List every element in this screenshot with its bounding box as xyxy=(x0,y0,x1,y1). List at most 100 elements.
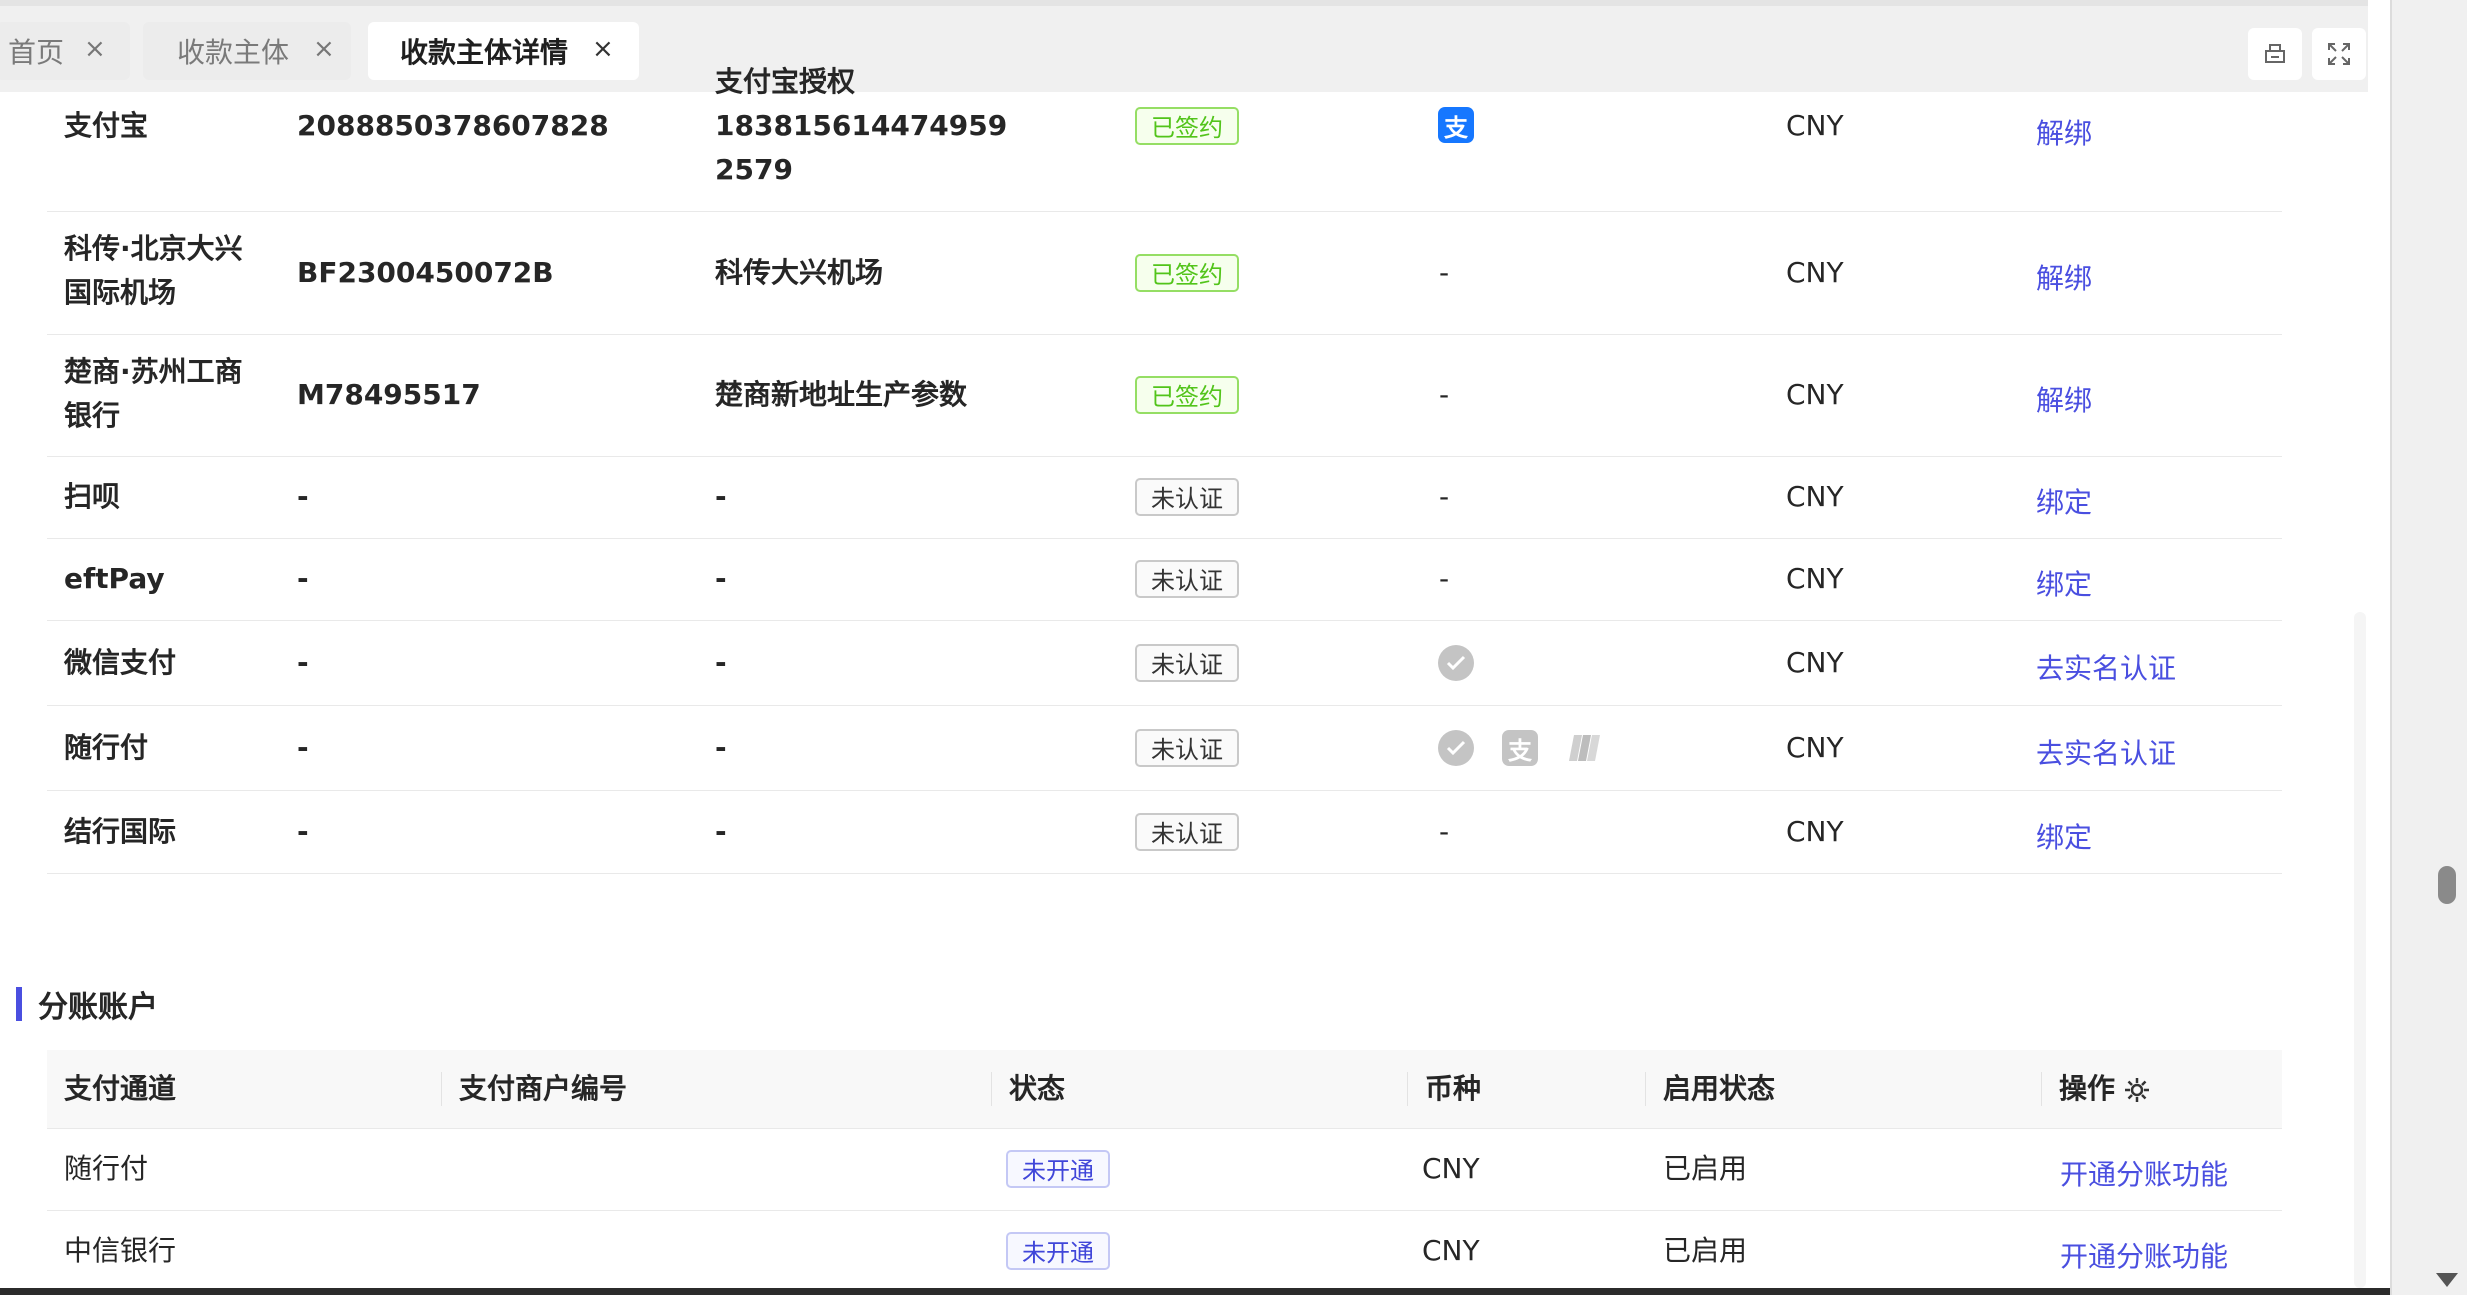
merchant-name: - xyxy=(715,562,727,595)
alipay-icon: 支 xyxy=(1438,107,1474,143)
content-scrollbar[interactable] xyxy=(2354,612,2366,1288)
pay-methods: - xyxy=(1439,562,1450,595)
tab-label: 收款主体详情 xyxy=(400,36,569,69)
close-icon[interactable]: × xyxy=(313,35,335,63)
currency: CNY xyxy=(1786,562,1844,595)
merchant-name: 科传大兴机场 xyxy=(715,256,884,289)
column-header: 启用状态 xyxy=(1663,1072,1776,1105)
column-divider xyxy=(441,1072,442,1106)
unionpay-icon xyxy=(1566,730,1602,766)
currency: CNY xyxy=(1786,378,1844,411)
scroll-down-arrow-icon[interactable] xyxy=(2436,1273,2458,1287)
close-icon[interactable]: × xyxy=(592,35,614,63)
currency: CNY xyxy=(1786,109,1844,142)
channel-name-line: 楚商·苏州工商 xyxy=(64,355,243,388)
channel-name: eftPay xyxy=(64,562,165,595)
pay-methods: - xyxy=(1439,378,1450,411)
pay-methods: - xyxy=(1439,256,1450,289)
tab-bar: 首页 × 收款主体 × 收款主体详情 × xyxy=(0,0,2368,92)
pay-methods: - xyxy=(1439,480,1450,513)
merchant-name-line: 2579 xyxy=(715,153,793,186)
currency: CNY xyxy=(1422,1234,1480,1267)
tab-payee-detail[interactable]: 收款主体详情 × xyxy=(368,22,639,80)
unbind-link[interactable]: 解绑 xyxy=(2036,257,2092,297)
currency: CNY xyxy=(1786,256,1844,289)
currency: CNY xyxy=(1786,731,1844,764)
merchant-name: - xyxy=(715,731,727,764)
print-icon xyxy=(2265,44,2285,63)
column-header: 支付通道 xyxy=(64,1072,177,1105)
window-scrollbar[interactable] xyxy=(2390,0,2467,1295)
pay-methods: - xyxy=(1439,815,1450,848)
table-row: 扫呗 - - 未认证 - CNY 绑定 xyxy=(47,457,2282,539)
fullscreen-icon xyxy=(2328,43,2350,65)
unbind-link[interactable]: 解绑 xyxy=(2036,379,2092,419)
table-row: 随行付 未开通 CNY 已启用 开通分账功能 xyxy=(47,1129,2282,1211)
currency: CNY xyxy=(1422,1152,1480,1185)
verify-link[interactable]: 去实名认证 xyxy=(2036,647,2176,687)
status-badge: 未认证 xyxy=(1135,813,1239,851)
currency: CNY xyxy=(1786,646,1844,679)
bind-link[interactable]: 绑定 xyxy=(2036,481,2092,521)
merchant-no: - xyxy=(297,646,309,679)
column-divider xyxy=(1407,1072,1408,1106)
print-button[interactable] xyxy=(2248,28,2302,80)
channel-name: 微信支付 xyxy=(64,646,177,679)
window-bottom-edge xyxy=(0,1288,2390,1295)
section-title-text: 分账账户 xyxy=(38,990,158,1025)
merchant-name: - xyxy=(715,480,727,513)
status-badge: 已签约 xyxy=(1135,107,1239,145)
wechat-icon xyxy=(1438,645,1474,681)
merchant-name: - xyxy=(715,646,727,679)
channel-name-line: 国际机场 xyxy=(64,276,177,309)
tab-payee[interactable]: 收款主体 × xyxy=(143,22,351,80)
channel-name: 随行付 xyxy=(64,1152,149,1185)
enable-split-link[interactable]: 开通分账功能 xyxy=(2060,1153,2228,1193)
merchant-no: - xyxy=(297,480,309,513)
channel-name: 中信银行 xyxy=(64,1234,177,1267)
table-row: 楚商·苏州工商 银行 M78495517 楚商新地址生产参数 已签约 - CNY… xyxy=(47,335,2282,457)
column-header: 币种 xyxy=(1425,1072,1482,1105)
merchant-no: M78495517 xyxy=(297,378,481,411)
status-badge: 未认证 xyxy=(1135,478,1239,516)
column-header: 操作 xyxy=(2059,1072,2116,1105)
status-badge: 未认证 xyxy=(1135,560,1239,598)
status-badge: 未认证 xyxy=(1135,729,1239,767)
wechat-icon xyxy=(1438,730,1474,766)
enabled-status: 已启用 xyxy=(1663,1152,1748,1185)
merchant-name: 楚商新地址生产参数 xyxy=(715,378,968,411)
table-row: 结行国际 - - 未认证 - CNY 绑定 xyxy=(47,791,2282,874)
enable-split-link[interactable]: 开通分账功能 xyxy=(2060,1235,2228,1275)
merchant-no: 2088850378607828 xyxy=(297,109,609,142)
channel-name-line: 银行 xyxy=(64,399,121,432)
column-divider xyxy=(991,1072,992,1106)
column-header: 状态 xyxy=(1009,1072,1066,1105)
merchant-no: - xyxy=(297,562,309,595)
channel-name: 支付宝 xyxy=(64,109,149,142)
split-table-header: 支付通道 支付商户编号 状态 币种 启用状态 操作 xyxy=(47,1050,2282,1129)
currency: CNY xyxy=(1786,815,1844,848)
channel-name-line: 科传·北京大兴 xyxy=(64,232,243,265)
table-row: 微信支付 - - 未认证 CNY 去实名认证 xyxy=(47,621,2282,706)
merchant-no: - xyxy=(297,815,309,848)
bind-link[interactable]: 绑定 xyxy=(2036,816,2092,856)
scrollbar-thumb[interactable] xyxy=(2438,866,2456,904)
section-title: 分账账户 xyxy=(16,982,158,1026)
merchant-name-line: 183815614474959 xyxy=(715,109,1008,142)
status-badge: 已签约 xyxy=(1135,376,1239,414)
column-divider xyxy=(2041,1072,2042,1106)
unbind-link[interactable]: 解绑 xyxy=(2036,112,2092,152)
fullscreen-button[interactable] xyxy=(2312,28,2366,80)
tab-home[interactable]: 首页 × xyxy=(0,22,130,80)
verify-link[interactable]: 去实名认证 xyxy=(2036,732,2176,772)
table-row: 支付宝 2088850378607828 支付宝授权 1838156144749… xyxy=(47,65,2282,212)
tab-label: 首页 xyxy=(8,36,65,69)
table-row: 随行付 - - 未认证 支 CNY 去实名认证 xyxy=(47,706,2282,791)
bind-link[interactable]: 绑定 xyxy=(2036,563,2092,603)
close-icon[interactable]: × xyxy=(84,35,106,63)
status-badge: 已签约 xyxy=(1135,254,1239,292)
table-row: 中信银行 未开通 CNY 已启用 开通分账功能 xyxy=(47,1211,2282,1293)
channel-name: 扫呗 xyxy=(64,480,121,513)
merchant-no: BF2300450072B xyxy=(297,256,554,289)
settings-gear-icon[interactable] xyxy=(2122,1075,2152,1105)
